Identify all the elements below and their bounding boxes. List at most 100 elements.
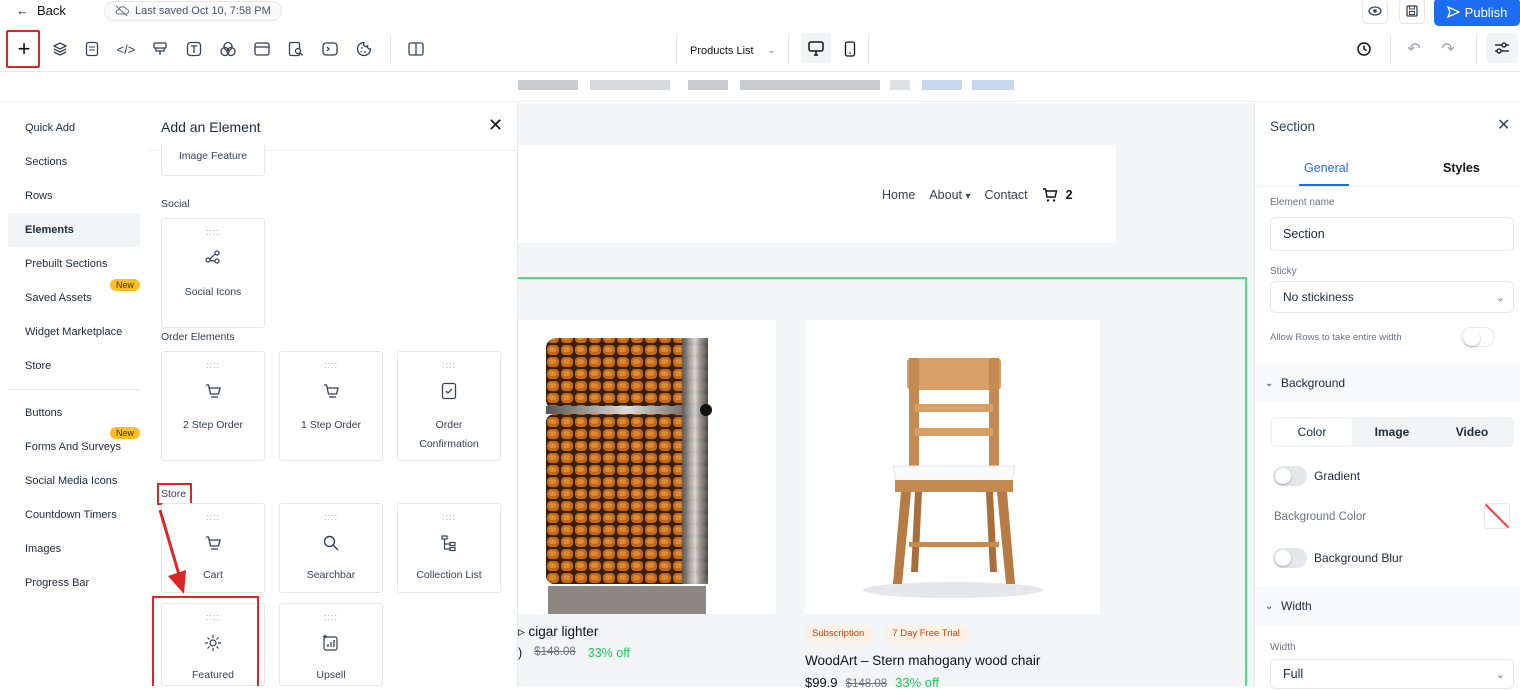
publish-button[interactable]: Publish [1434, 0, 1520, 26]
seo-button[interactable] [284, 37, 308, 61]
product-title-lighter[interactable]: ⁠▹ cigar lighter [518, 624, 598, 640]
back-button[interactable]: ← Back [16, 3, 66, 18]
code-button[interactable]: </> [114, 37, 138, 61]
section-social: Social [161, 198, 190, 210]
card-2-step-order[interactable]: :::: 2 Step Order [161, 351, 265, 461]
mobile-view-button[interactable] [838, 37, 862, 61]
tab-styles[interactable]: Styles [1443, 161, 1480, 175]
drag-handle-icon: :::: [205, 360, 220, 370]
pages-button[interactable] [80, 37, 104, 61]
selected-section[interactable]: ⁠▹ cigar lighter ) $148.08 33% off [518, 277, 1247, 690]
toolbar-divider [788, 34, 789, 64]
nav-contact[interactable]: Contact [985, 188, 1028, 202]
phone-icon [844, 41, 856, 57]
basket-icon [280, 382, 382, 402]
site-header[interactable]: Home About ▾ Contact 2 [518, 145, 1116, 243]
card-searchbar[interactable]: :::: Searchbar [279, 503, 383, 593]
background-type-tabs: Color Image Video [1270, 417, 1514, 447]
split-view-button[interactable] [404, 37, 428, 61]
background-color-swatch[interactable] [1484, 503, 1510, 529]
card-collection-list[interactable]: :::: Collection List [397, 503, 501, 593]
nav-forms-surveys[interactable]: Forms And Surveys New [8, 427, 140, 464]
card-order-confirmation[interactable]: :::: Order Confirmation [397, 351, 501, 461]
page-select[interactable]: Products List ⌄ [690, 45, 775, 57]
nav-sections[interactable]: Sections [8, 145, 140, 179]
product-image-lighter[interactable] [518, 320, 776, 614]
gradient-toggle[interactable] [1273, 466, 1307, 486]
bg-tab-video[interactable]: Video [1432, 419, 1512, 445]
nav-widget-marketplace[interactable]: Widget Marketplace [8, 315, 140, 349]
nav-images[interactable]: Images [8, 532, 140, 566]
funnel-icon [153, 42, 167, 55]
tab-general[interactable]: General [1304, 161, 1348, 175]
product-image-chair[interactable] [805, 320, 1100, 614]
cookie-button[interactable] [352, 37, 376, 61]
new-badge: New [109, 427, 140, 439]
card-1-step-order[interactable]: :::: 1 Step Order [279, 351, 383, 461]
product-price-lighter: ) $148.08 33% off [518, 646, 630, 660]
nav-social-media-icons[interactable]: Social Media Icons [8, 464, 140, 498]
product-title-chair[interactable]: WoodArt – Stern mahogany wood chair [805, 653, 1040, 668]
nav-quick-add[interactable]: Quick Add [8, 111, 140, 145]
terminal-icon [322, 42, 338, 56]
top-bar: ← Back Last saved Oct 10, 7:58 PM Publis… [0, 0, 1520, 26]
width-select[interactable]: Full ⌄ [1270, 659, 1514, 689]
element-name-input[interactable]: Section [1270, 217, 1514, 251]
funnel-button[interactable] [148, 37, 172, 61]
background-header: Background [1281, 376, 1346, 390]
close-icon[interactable]: ✕ [1497, 115, 1510, 135]
nav-prebuilt-sections[interactable]: Prebuilt Sections [8, 247, 140, 281]
search-icon [280, 534, 382, 554]
popup-button[interactable] [250, 37, 274, 61]
card-image-feature[interactable]: Image Feature [161, 144, 265, 176]
nav-saved-assets[interactable]: Saved Assets New [8, 279, 140, 315]
nav-countdown-timers[interactable]: Countdown Timers [8, 498, 140, 532]
background-blur-toggle[interactable] [1273, 548, 1307, 568]
nav-rows[interactable]: Rows [8, 179, 140, 213]
sticky-select[interactable]: No stickiness ⌄ [1270, 281, 1514, 313]
redo-button[interactable]: ↷ [1436, 37, 1460, 61]
card-upsell[interactable]: :::: Upsell [279, 603, 383, 686]
background-accordion[interactable]: ⌄ Background [1255, 363, 1520, 403]
close-icon[interactable]: ✕ [488, 115, 503, 136]
text-button[interactable] [182, 37, 206, 61]
section-store: Store [157, 483, 193, 505]
allow-rows-label: Allow Rows to take entire width [1270, 332, 1402, 343]
bg-tab-image[interactable]: Image [1352, 419, 1432, 445]
card-social-icons[interactable]: :::: Social Icons [161, 218, 265, 328]
toolbar-divider [390, 34, 391, 64]
nav-progress-bar[interactable]: Progress Bar [8, 566, 140, 600]
history-button[interactable] [1352, 37, 1376, 61]
toolbar-divider [868, 34, 869, 64]
nav-buttons[interactable]: Buttons [8, 396, 140, 430]
layers-button[interactable] [48, 37, 72, 61]
nav-about[interactable]: About ▾ [929, 188, 970, 202]
width-accordion[interactable]: ⌄ Width [1255, 586, 1520, 626]
nav-home[interactable]: Home [882, 188, 915, 202]
settings-panel-button[interactable] [1486, 33, 1518, 63]
undo-icon: ↶ [1407, 41, 1421, 58]
colors-button[interactable] [216, 37, 240, 61]
cart-link[interactable]: 2 [1042, 187, 1073, 203]
blurred-text [890, 80, 910, 90]
desktop-view-button[interactable] [801, 33, 831, 63]
undo-button[interactable]: ↶ [1402, 37, 1426, 61]
card-label: Searchbar [306, 569, 356, 581]
cookie-icon [356, 41, 372, 57]
save-button[interactable] [1399, 0, 1425, 24]
tree-list-icon [398, 534, 500, 554]
allow-rows-toggle[interactable] [1461, 327, 1495, 347]
window-icon [254, 42, 270, 56]
card-label: Collection List [416, 569, 482, 581]
nav-elements[interactable]: Elements [8, 213, 140, 247]
new-badge: New [109, 279, 140, 291]
preview-button[interactable] [1362, 0, 1388, 24]
publish-label: Publish [1464, 4, 1508, 20]
nav-saved-assets-label: Saved Assets [25, 292, 92, 304]
width-header: Width [1281, 599, 1312, 613]
nav-about-label: About [929, 188, 963, 202]
nav-store[interactable]: Store [8, 349, 140, 383]
terminal-button[interactable] [318, 37, 342, 61]
bg-tab-color[interactable]: Color [1272, 419, 1352, 445]
card-label: Image Feature [178, 150, 248, 162]
